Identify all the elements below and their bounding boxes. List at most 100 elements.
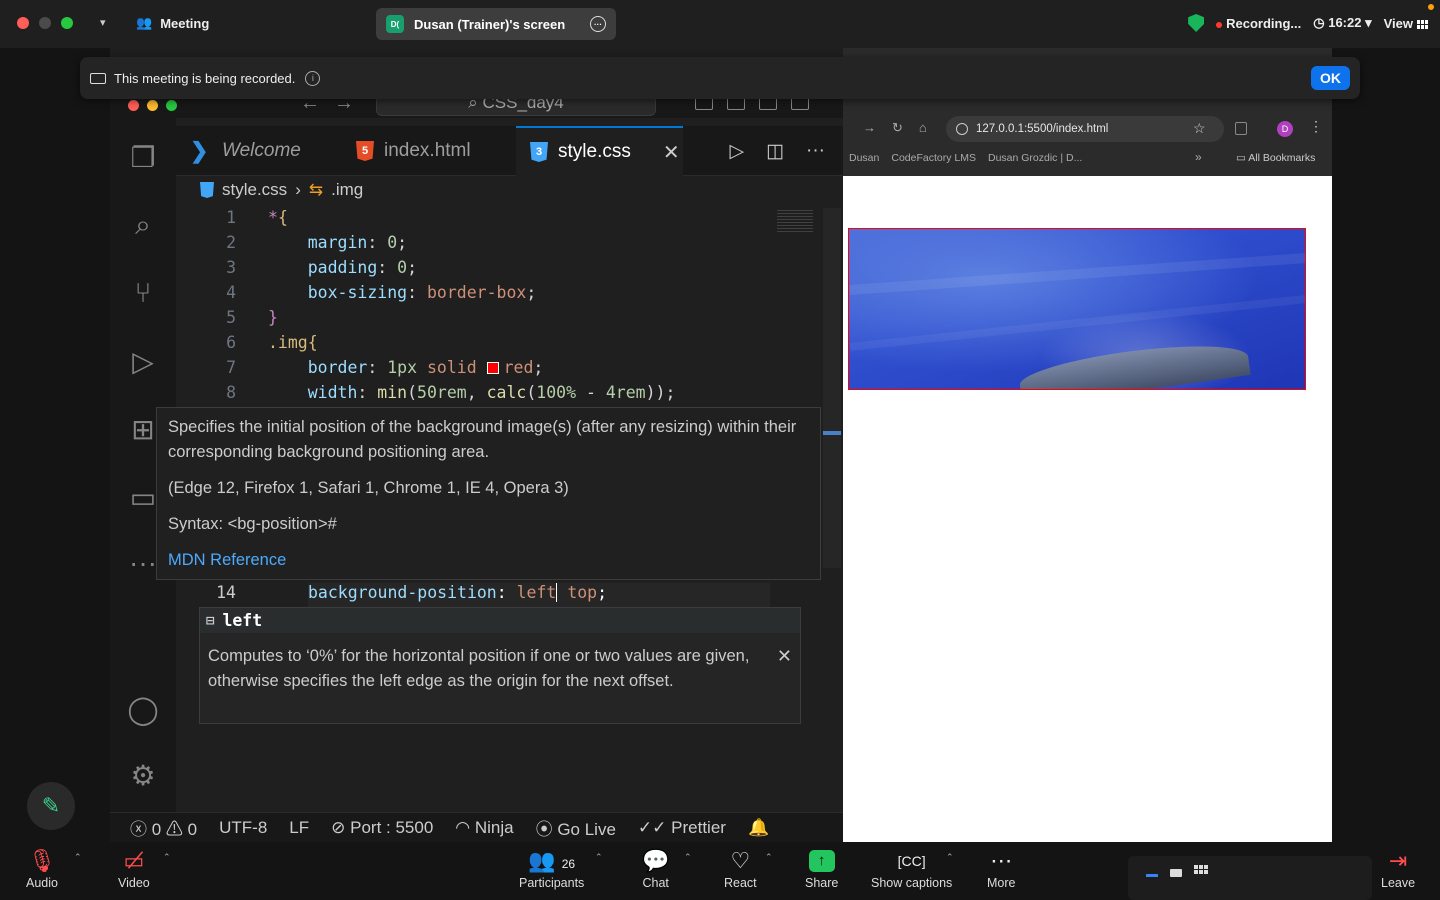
chevron-right-icon[interactable]: »	[1195, 150, 1202, 164]
video-button[interactable]: ▭̸ Video	[118, 846, 150, 890]
hover-browser-support: (Edge 12, Firefox 1, Safari 1, Chrome 1,…	[168, 479, 569, 497]
show-captions-button[interactable]: [CC] Show captions	[871, 846, 952, 890]
close-icon[interactable]: ✕	[663, 140, 680, 165]
presenter-badge: D(	[386, 15, 404, 33]
leave-icon: ⇥	[1388, 848, 1408, 873]
meeting-timer[interactable]: ◷ 16:22 ▾	[1313, 15, 1371, 31]
kebab-menu-icon[interactable]: ⋮	[1309, 118, 1323, 135]
port-status[interactable]: ⊘ Port : 5500	[331, 818, 433, 838]
go-live-button[interactable]: ⦿ Go Live	[536, 815, 616, 840]
vscode-minimize-button[interactable]	[147, 100, 158, 111]
address-bar[interactable]: 127.0.0.1:5500/index.html	[946, 116, 1224, 142]
editor-scrollbar[interactable]	[823, 208, 841, 568]
more-button[interactable]: ⋯ More	[987, 846, 1015, 890]
hover-syntax: Syntax: <bg-position>#	[168, 515, 337, 533]
shield-icon[interactable]	[1188, 14, 1205, 32]
minimize-window-button[interactable]	[39, 17, 51, 29]
color-swatch-icon[interactable]	[486, 362, 499, 374]
gear-icon[interactable]: ⚙	[126, 758, 160, 792]
speaker-view-icon[interactable]	[1170, 869, 1182, 877]
extensions-icon[interactable]: ⊞	[126, 412, 160, 446]
meeting-menu[interactable]: 👥 Meeting	[136, 15, 209, 31]
split-editor-icon[interactable]: ◫	[766, 140, 784, 163]
chevron-up-icon[interactable]: ⌃	[74, 852, 82, 863]
more-icon[interactable]: ···	[126, 546, 160, 580]
search-icon[interactable]: ⌕	[126, 208, 160, 242]
tab-index-html[interactable]: 5 index.html	[342, 126, 516, 176]
view-button[interactable]: View	[1384, 16, 1428, 31]
leave-button[interactable]: ⇥ Leave	[1381, 846, 1415, 890]
chevron-up-icon[interactable]: ⌃	[163, 852, 171, 863]
clock-icon: ◷	[1313, 15, 1329, 30]
vscode-logo-icon: ❯	[190, 138, 209, 163]
eol-status[interactable]: LF	[289, 818, 309, 838]
code-line-current[interactable]: 14 background-position: left top;	[176, 583, 816, 608]
minimap[interactable]	[777, 210, 813, 234]
shared-screen-pill[interactable]: D( Dusan (Trainer)'s screen ···	[376, 8, 616, 40]
vscode-window-controls	[128, 100, 177, 111]
line-number: 2	[226, 233, 236, 252]
prettier-status[interactable]: ✓✓ Prettier	[638, 818, 726, 838]
chat-button[interactable]: 💬 Chat	[642, 846, 669, 890]
code-text: }	[268, 308, 278, 327]
participants-button[interactable]: 👥 26 Participants	[519, 846, 584, 890]
account-icon[interactable]: ◯	[126, 692, 160, 726]
chevron-up-icon[interactable]: ⌃	[595, 852, 603, 863]
line-number: 8	[226, 383, 236, 402]
problems-status[interactable]: ⓧ 0 ⚠ 0	[130, 815, 197, 840]
vscode-maximize-button[interactable]	[166, 100, 177, 111]
gallery-view-icon[interactable]	[1194, 865, 1208, 874]
bookmark-item[interactable]: CodeFactory LMS	[891, 152, 976, 164]
more-actions-icon[interactable]: ···	[806, 140, 825, 163]
browser-nav-buttons[interactable]: →↻⌂	[863, 120, 943, 136]
bookmark-item[interactable]: Dusan	[849, 152, 879, 164]
breadcrumb-separator: ›	[295, 180, 301, 199]
profile-avatar[interactable]: D	[1277, 121, 1293, 137]
chevron-up-icon[interactable]: ⌃	[946, 852, 954, 863]
water-texture	[849, 253, 1305, 295]
suggestion-item[interactable]: ⊟ left	[200, 608, 800, 633]
run-debug-icon[interactable]: ▷	[126, 344, 160, 378]
extensions-icon[interactable]	[1235, 122, 1247, 135]
share-button[interactable]: ↑ Share	[805, 846, 838, 890]
water-texture	[849, 295, 1305, 351]
breadcrumb-symbol[interactable]: .img	[331, 180, 363, 200]
star-icon[interactable]: ☆	[1193, 120, 1206, 137]
audio-button[interactable]: 🎙 Audio	[26, 846, 58, 890]
chevron-up-icon[interactable]: ⌃	[765, 852, 773, 863]
scrollbar-thumb[interactable]	[823, 431, 841, 435]
mdn-reference-link[interactable]: MDN Reference	[168, 548, 809, 573]
leave-label: Leave	[1381, 876, 1416, 890]
vscode-close-button[interactable]	[128, 100, 139, 111]
recording-indicator[interactable]: Recording...	[1216, 16, 1301, 31]
more-options-icon[interactable]: ···	[590, 16, 606, 32]
source-control-icon[interactable]: ⑂	[126, 276, 160, 310]
close-window-button[interactable]	[17, 17, 29, 29]
info-icon[interactable]: i	[305, 70, 321, 86]
site-info-icon[interactable]	[956, 123, 968, 135]
all-bookmarks-button[interactable]: ▭ All Bookmarks	[1236, 152, 1315, 164]
react-button[interactable]: ♡ React	[724, 846, 757, 890]
chevron-down-icon[interactable]: ▾	[100, 16, 106, 29]
tab-welcome[interactable]: ❯ Welcome	[176, 126, 342, 176]
minimize-icon[interactable]	[1146, 874, 1158, 877]
remote-explorer-icon[interactable]: ▭	[126, 480, 160, 514]
breadcrumb-file[interactable]: style.css	[222, 180, 287, 200]
window-controls	[17, 17, 73, 29]
tab-style-css[interactable]: 3 style.css ✕	[516, 126, 683, 176]
more-circle-icon: ⋯	[990, 848, 1013, 873]
chevron-up-icon[interactable]: ⌃	[684, 852, 692, 863]
dolphin-image	[848, 228, 1306, 390]
ok-button[interactable]: OK	[1311, 66, 1350, 90]
run-icon[interactable]: ▷	[729, 140, 744, 163]
ninja-status[interactable]: ◠ Ninja	[455, 818, 513, 838]
encoding-status[interactable]: UTF-8	[219, 818, 267, 838]
fullscreen-window-button[interactable]	[61, 17, 73, 29]
code-text: background-position: left top;	[308, 583, 608, 602]
annotate-pencil-button[interactable]: ✎	[27, 782, 75, 830]
explorer-icon[interactable]: ❐	[126, 140, 160, 174]
bell-icon[interactable]: 🔔	[748, 818, 769, 838]
bookmark-item[interactable]: Dusan Grozdic | D...	[988, 152, 1082, 164]
close-icon[interactable]: ✕	[777, 646, 792, 667]
ninja-label: Ninja	[474, 817, 514, 837]
